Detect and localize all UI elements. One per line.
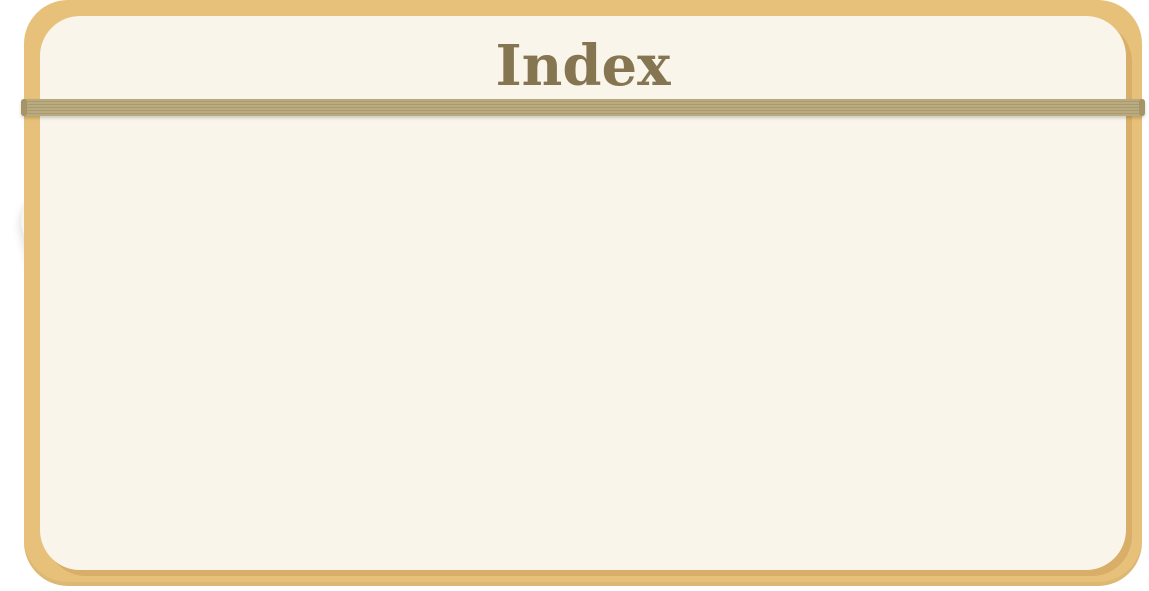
title-divider bbox=[21, 99, 1145, 116]
index-title: Index bbox=[495, 33, 671, 99]
index-content bbox=[80, 132, 1149, 576]
divider-right-cap bbox=[1139, 99, 1145, 116]
divider-left-cap bbox=[21, 99, 27, 116]
